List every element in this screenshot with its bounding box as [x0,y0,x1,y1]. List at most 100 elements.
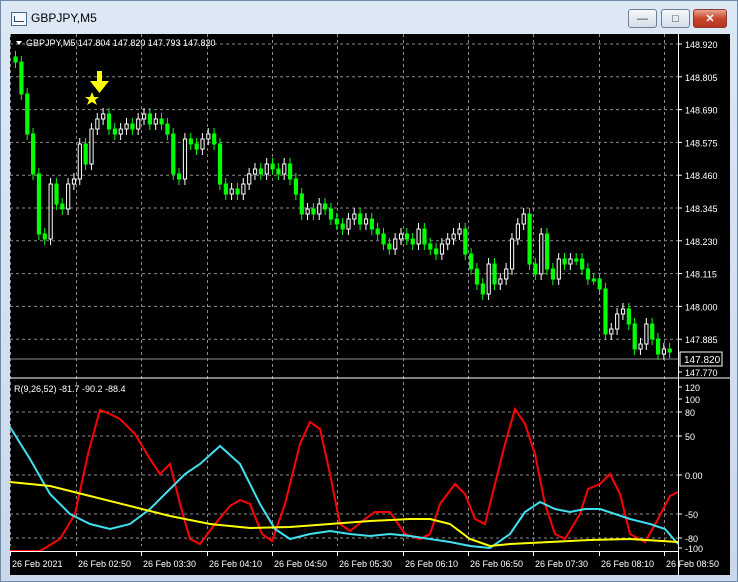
time-tick-label: 26 Feb 03:30 [143,559,196,569]
current-price-label: 147.820 [684,355,721,366]
time-tick-label: 26 Feb 2021 [12,559,63,569]
candle-body [311,208,316,215]
candle-body [305,208,310,215]
candle-body [363,218,369,225]
candle-body [165,123,170,135]
candle-body [95,118,100,130]
close-button[interactable]: ✕ [693,9,727,28]
chart-canvas[interactable]: 148.920 148.805 148.690 148.575 148.460 148.3… [10,34,730,575]
candle-body [375,228,380,235]
candle-body [270,163,275,170]
indicator-line-medium [10,426,679,550]
candle-body [609,328,614,335]
down-arrow-icon [90,71,109,93]
candle-body [25,93,30,135]
candle-body [527,213,532,265]
chart-window: GBPJPY,M5 — □ ✕ 148.920 148.805 148.690 148… [0,0,738,582]
time-tick-label: 26 Feb 04:10 [209,559,262,569]
time-tick-label: 26 Feb 05:30 [339,559,392,569]
candle-body [42,233,47,240]
candle-body [159,118,164,125]
price-tick-label: 148.230 [685,237,718,247]
time-tick-label: 26 Feb 06:50 [470,559,523,569]
price-tick-label: 148.345 [685,204,718,214]
candle-body [585,268,591,280]
time-tick-label: 26 Feb 06:10 [405,559,458,569]
star-icon [85,92,99,105]
candle-body [416,228,421,245]
candle-body [130,123,135,130]
chart-area[interactable]: 148.920 148.805 148.690 148.575 148.460 148.3… [10,34,730,575]
candle-body [217,143,223,185]
maximize-button[interactable]: □ [661,9,690,28]
price-axis: 148.920 148.805 148.690 148.575 148.460 148.3… [678,34,718,575]
candle-body [591,278,596,282]
candle-body [515,223,521,240]
candle-body [229,188,234,195]
price-tick-label: 148.690 [685,106,718,116]
candle-body [346,218,351,230]
indicator-tick-label: 0.00 [685,471,703,481]
candle-body [626,308,631,325]
candle-body [580,258,585,270]
indicator-tick-label: 100 [685,395,700,405]
candle-body [404,233,410,240]
candle-body [200,138,205,150]
candle-body [276,168,281,175]
candle-body [31,133,36,175]
candle-body [638,343,643,350]
candle-body [206,133,211,140]
candle-body [428,243,433,250]
candle-body [451,233,456,240]
candle-body [182,138,188,180]
candle-body [328,208,334,220]
candle-body [521,213,526,225]
chart-grid [10,34,678,546]
indicator-tick-label: -80 [685,534,698,544]
candle-body [655,338,661,355]
candle-body [299,193,304,215]
candle-body [597,278,602,290]
candle-body [101,113,106,120]
indicator-tick-label: 120 [685,383,700,393]
minimize-button[interactable]: — [628,9,657,28]
candle-body [457,228,462,235]
candle-body [66,183,71,210]
candle-body [223,183,228,195]
candle-body [615,313,620,330]
candle-body [574,258,579,262]
candle-body [486,263,491,295]
candle-body [434,248,439,255]
candle-body [474,268,480,285]
price-tick-label: 148.805 [685,73,718,83]
candle-body [54,183,59,205]
candle-body [492,263,497,285]
candle-body [323,203,328,210]
candle-body [89,128,94,165]
price-tick-label: 148.460 [685,171,718,181]
time-tick-label: 26 Feb 02:50 [78,559,131,569]
indicator-axis: 120 100 80 50 0.00 -50 -80-100 [678,383,703,554]
candle-body [387,243,392,250]
candle-body [498,278,503,285]
time-axis: 26 Feb 2021 26 Feb 02:50 26 Feb 03:30 26 Fe… [10,551,719,569]
candle-body [194,143,199,150]
candle-body [48,183,53,240]
candle-body [153,118,158,125]
candle-body [247,173,252,185]
candle-body [13,56,18,63]
candle-body [463,228,468,255]
time-tick-label: 26 Feb 08:50 [666,559,719,569]
candle-body [136,118,141,130]
candle-body [661,348,667,355]
candle-body [293,178,299,195]
time-tick-label: 26 Feb 08:10 [601,559,654,569]
price-tick-label: 148.115 [685,270,717,280]
indicator-line-slow [10,481,679,548]
candle-body [212,133,217,145]
candle-body [422,228,427,245]
title-bar[interactable]: GBPJPY,M5 — □ ✕ [1,1,737,35]
candle-body [504,268,509,280]
price-tick-label: 147.770 [685,368,718,378]
price-tick-label: 148.920 [685,40,718,50]
